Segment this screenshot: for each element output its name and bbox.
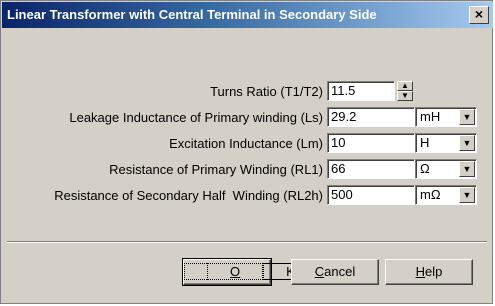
resistance-primary-input[interactable]: 66 bbox=[327, 159, 415, 179]
title-bar: Linear Transformer with Central Terminal… bbox=[2, 2, 493, 28]
help-button-label: Help bbox=[415, 264, 443, 279]
window-title: Linear Transformer with Central Terminal… bbox=[7, 7, 377, 22]
resistance-primary-row: Resistance of Primary Winding (RL1) bbox=[1, 159, 323, 181]
turns-ratio-label: Turns Ratio (T1/T2) bbox=[210, 84, 323, 99]
spin-down-icon[interactable]: ▼ bbox=[397, 91, 413, 101]
resistance-secondary-unit-select[interactable]: mΩ ▼ bbox=[415, 185, 477, 205]
excitation-inductance-unit: H bbox=[420, 135, 430, 150]
dropdown-arrow-icon[interactable]: ▼ bbox=[459, 109, 475, 125]
help-button[interactable]: Help bbox=[385, 259, 473, 285]
cancel-button-label: Cancel bbox=[314, 264, 356, 279]
resistance-secondary-label: Resistance of Secondary Half Winding (RL… bbox=[54, 188, 323, 203]
leakage-inductance-unit: mH bbox=[420, 109, 441, 124]
cancel-button[interactable]: Cancel bbox=[291, 259, 379, 285]
resistance-primary-unit-select[interactable]: Ω ▼ bbox=[415, 159, 477, 179]
leakage-inductance-unit-select[interactable]: mH ▼ bbox=[415, 107, 477, 127]
resistance-primary-label: Resistance of Primary Winding (RL1) bbox=[109, 162, 323, 177]
turns-ratio-row: Turns Ratio (T1/T2) bbox=[1, 81, 323, 103]
excitation-inductance-label: Excitation Inductance (Lm) bbox=[169, 136, 323, 151]
close-icon: × bbox=[474, 6, 484, 22]
turns-ratio-spinner[interactable]: ▲ ▼ bbox=[397, 81, 413, 101]
resistance-secondary-input[interactable]: 500 bbox=[327, 185, 415, 205]
spin-up-icon[interactable]: ▲ bbox=[397, 81, 413, 91]
resistance-primary-unit: Ω bbox=[420, 161, 430, 176]
resistance-secondary-unit: mΩ bbox=[420, 187, 441, 202]
excitation-inductance-input[interactable]: 10 bbox=[327, 133, 415, 153]
resistance-secondary-row: Resistance of Secondary Half Winding (RL… bbox=[1, 185, 323, 207]
dropdown-arrow-icon[interactable]: ▼ bbox=[459, 187, 475, 203]
separator bbox=[7, 241, 487, 243]
transformer-dialog: Linear Transformer with Central Terminal… bbox=[0, 0, 493, 304]
turns-ratio-input[interactable]: 11.5 bbox=[327, 81, 395, 101]
leakage-inductance-input[interactable]: 29.2 bbox=[327, 107, 415, 127]
leakage-inductance-label: Leakage Inductance of Primary winding (L… bbox=[69, 110, 323, 125]
close-button[interactable]: × bbox=[469, 6, 489, 24]
excitation-inductance-unit-select[interactable]: H ▼ bbox=[415, 133, 477, 153]
ok-button[interactable]: OK bbox=[182, 258, 341, 286]
dropdown-arrow-icon[interactable]: ▼ bbox=[459, 161, 475, 177]
dropdown-arrow-icon[interactable]: ▼ bbox=[459, 135, 475, 151]
excitation-inductance-row: Excitation Inductance (Lm) bbox=[1, 133, 323, 155]
leakage-inductance-row: Leakage Inductance of Primary winding (L… bbox=[1, 107, 323, 129]
